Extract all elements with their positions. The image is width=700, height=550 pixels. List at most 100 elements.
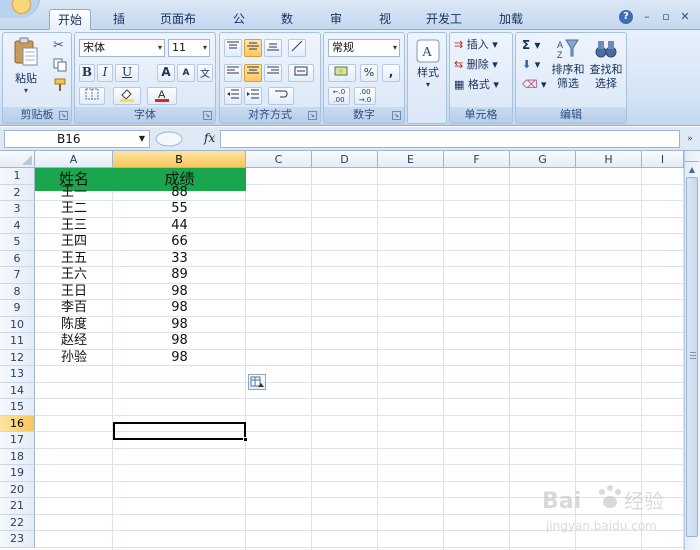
find-select-button[interactable]: 查找和 选择	[588, 38, 624, 98]
row-header-6[interactable]: 6	[0, 250, 35, 267]
row-header-22[interactable]: 22	[0, 514, 35, 531]
autosum-button[interactable]: Σ ▾	[522, 38, 540, 52]
cell-name[interactable]: 王二	[35, 201, 113, 218]
fill-button[interactable]: ⬇ ▾	[522, 58, 540, 72]
tab-data[interactable]: 数据	[268, 9, 306, 46]
font-size-select[interactable]: 11 ▾	[168, 39, 210, 57]
tab-developer[interactable]: 开发工具	[414, 9, 474, 46]
help-icon[interactable]: ?	[619, 10, 633, 24]
cell-name[interactable]: 李百	[35, 300, 113, 317]
cell-name[interactable]: 孙验	[35, 350, 113, 367]
row-header-19[interactable]: 19	[0, 465, 35, 482]
cell-name[interactable]: 王四	[35, 234, 113, 251]
underline-button[interactable]: U	[115, 64, 139, 82]
cut-icon[interactable]: ✂	[53, 38, 69, 54]
expand-formula-icon[interactable]: »	[683, 131, 697, 147]
merge-center-button[interactable]	[288, 64, 314, 82]
formula-splitter-icon[interactable]	[154, 130, 184, 148]
row-header-11[interactable]: 11	[0, 333, 35, 350]
column-header-d[interactable]: D	[312, 151, 378, 168]
cell-score[interactable]: 55	[113, 201, 246, 218]
font-launcher-icon[interactable]: ↘	[203, 111, 212, 120]
align-center-button[interactable]	[244, 64, 262, 82]
cell-score[interactable]: 98	[113, 350, 246, 367]
font-color-button[interactable]: A	[147, 87, 177, 105]
cell-name[interactable]: 王一	[35, 185, 113, 202]
row-header-8[interactable]: 8	[0, 283, 35, 300]
restore-icon[interactable]: ▫	[659, 10, 673, 24]
tab-home[interactable]: 开始	[49, 9, 91, 30]
tab-view[interactable]: 视图	[366, 9, 404, 46]
column-header-b[interactable]: B	[113, 151, 246, 168]
borders-button[interactable]	[79, 87, 105, 105]
orientation-button[interactable]	[288, 39, 306, 57]
paste-button[interactable]: 粘贴 ▾	[9, 37, 43, 95]
cell-score[interactable]: 98	[113, 300, 246, 317]
row-header-1[interactable]: 1	[0, 168, 35, 185]
align-middle-button[interactable]	[244, 39, 262, 57]
cell-score[interactable]: 88	[113, 185, 246, 202]
cell-score[interactable]: 33	[113, 251, 246, 268]
name-box-dropdown-icon[interactable]: ▼	[139, 131, 145, 147]
tab-insert[interactable]: 插入	[100, 9, 138, 46]
name-box[interactable]: B16 ▼	[4, 130, 150, 148]
column-header-i[interactable]: I	[642, 151, 684, 168]
styles-button[interactable]: A 样式 ▾	[414, 39, 442, 89]
column-header-f[interactable]: F	[444, 151, 510, 168]
decrease-decimal-button[interactable]: .00 →.0	[354, 87, 376, 105]
row-header-4[interactable]: 4	[0, 217, 35, 234]
row-header-18[interactable]: 18	[0, 448, 35, 465]
sort-filter-button[interactable]: AZ 排序和 筛选	[550, 38, 586, 98]
cell-score[interactable]: 98	[113, 317, 246, 334]
cell-name[interactable]: 王六	[35, 267, 113, 284]
row-header-17[interactable]: 17	[0, 432, 35, 449]
column-header-h[interactable]: H	[576, 151, 642, 168]
column-header-c[interactable]: C	[246, 151, 312, 168]
clear-button[interactable]: ⌫ ▾	[522, 78, 547, 92]
tab-addins[interactable]: 加载项	[486, 9, 536, 46]
comma-button[interactable]: ,	[382, 64, 400, 82]
row-header-23[interactable]: 23	[0, 531, 35, 548]
align-bottom-button[interactable]	[264, 39, 282, 57]
cell-name[interactable]: 王三	[35, 218, 113, 235]
format-cells-button[interactable]: ▦ 格式 ▾	[454, 78, 512, 92]
tab-review[interactable]: 审阅	[317, 9, 355, 46]
align-right-button[interactable]	[264, 64, 282, 82]
fill-handle[interactable]	[243, 437, 248, 442]
align-top-button[interactable]	[224, 39, 242, 57]
row-header-15[interactable]: 15	[0, 399, 35, 416]
row-header-2[interactable]: 2	[0, 184, 35, 201]
select-all-corner[interactable]	[0, 151, 35, 168]
cell-score[interactable]: 44	[113, 218, 246, 235]
row-header-3[interactable]: 3	[0, 201, 35, 218]
cell-score[interactable]: 98	[113, 333, 246, 350]
cell-name[interactable]: 陈度	[35, 317, 113, 334]
increase-indent-button[interactable]	[244, 87, 262, 105]
column-header-g[interactable]: G	[510, 151, 576, 168]
cell-name[interactable]: 赵经	[35, 333, 113, 350]
wrap-text-button[interactable]	[268, 87, 294, 105]
row-header-12[interactable]: 12	[0, 349, 35, 366]
close-icon[interactable]: ✕	[678, 10, 692, 24]
minimize-icon[interactable]: –	[640, 10, 654, 24]
cell-score[interactable]: 89	[113, 267, 246, 284]
split-box[interactable]	[685, 152, 699, 162]
bold-button[interactable]: B	[79, 64, 95, 82]
row-header-21[interactable]: 21	[0, 498, 35, 515]
insert-cells-button[interactable]: ⇉ 插入 ▾	[454, 38, 512, 52]
font-name-select[interactable]: 宋体 ▾	[79, 39, 165, 57]
fill-color-button[interactable]	[113, 87, 141, 105]
grow-font-button[interactable]: A	[157, 64, 175, 82]
delete-cells-button[interactable]: ⇆ 删除 ▾	[454, 58, 512, 72]
format-painter-icon[interactable]	[53, 78, 69, 94]
accounting-format-button[interactable]	[328, 64, 356, 82]
cell-score[interactable]: 66	[113, 234, 246, 251]
row-header-10[interactable]: 10	[0, 316, 35, 333]
number-format-select[interactable]: 常规 ▾	[328, 39, 400, 57]
clipboard-launcher-icon[interactable]: ↘	[59, 111, 68, 120]
row-header-14[interactable]: 14	[0, 382, 35, 399]
paste-options-button[interactable]	[248, 374, 266, 390]
copy-icon[interactable]	[53, 58, 69, 74]
row-header-16[interactable]: 16	[0, 415, 35, 432]
tab-formulas[interactable]: 公式	[220, 9, 258, 46]
